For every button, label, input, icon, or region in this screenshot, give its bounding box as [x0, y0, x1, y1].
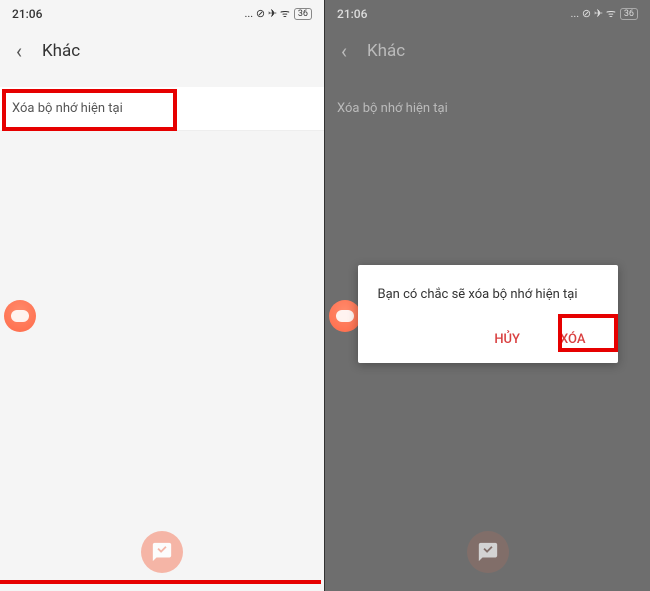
floating-game-icon[interactable] — [4, 300, 36, 332]
status-time: 21:06 — [12, 7, 42, 21]
floating-game-icon[interactable] — [329, 300, 361, 332]
clear-cache-item: Xóa bộ nhớ hiện tại — [325, 87, 650, 130]
back-icon[interactable]: ‹ — [341, 39, 347, 63]
status-misc-icons: ... ⊘ ✈ ᯤ — [245, 6, 290, 21]
highlight-annotation-bottom — [0, 580, 321, 588]
list-item-label: Xóa bộ nhớ hiện tại — [12, 101, 123, 116]
app-header: ‹ Khác — [325, 27, 650, 75]
battery-indicator: 36 — [620, 8, 638, 20]
phone-screen-right: 21:06 ... ⊘ ✈ ᯤ 36 ‹ Khác Xóa bộ nhớ hiệ… — [325, 0, 650, 591]
confirm-dialog: Bạn có chắc sẽ xóa bộ nhớ hiện tại HỦY X… — [358, 265, 618, 363]
status-icons: ... ⊘ ✈ ᯤ 36 — [245, 6, 313, 21]
battery-indicator: 36 — [294, 8, 312, 20]
dialog-actions: HỦY XÓA — [378, 326, 598, 353]
app-header: ‹ Khác — [0, 27, 324, 75]
back-icon[interactable]: ‹ — [16, 39, 22, 63]
status-icons: ... ⊘ ✈ ᯤ 36 — [571, 6, 639, 21]
dialog-message: Bạn có chắc sẽ xóa bộ nhớ hiện tại — [378, 287, 598, 302]
status-time: 21:06 — [337, 7, 367, 21]
status-bar: 21:06 ... ⊘ ✈ ᯤ 36 — [0, 0, 324, 27]
phone-screen-left: 21:06 ... ⊘ ✈ ᯤ 36 ‹ Khác Xóa bộ nhớ hiệ… — [0, 0, 325, 591]
clear-cache-item[interactable]: Xóa bộ nhớ hiện tại — [0, 87, 324, 131]
status-bar: 21:06 ... ⊘ ✈ ᯤ 36 — [325, 0, 650, 27]
chat-bubble-icon[interactable] — [141, 531, 183, 573]
status-misc-icons: ... ⊘ ✈ ᯤ — [571, 6, 616, 21]
chat-bubble-icon[interactable] — [467, 531, 509, 573]
cancel-button[interactable]: HỦY — [486, 326, 528, 353]
screenshot-pair: 21:06 ... ⊘ ✈ ᯤ 36 ‹ Khác Xóa bộ nhớ hiệ… — [0, 0, 650, 591]
confirm-button[interactable]: XÓA — [552, 326, 594, 353]
header-title: Khác — [42, 41, 80, 61]
header-title: Khác — [367, 41, 405, 61]
list-item-label: Xóa bộ nhớ hiện tại — [337, 101, 448, 116]
